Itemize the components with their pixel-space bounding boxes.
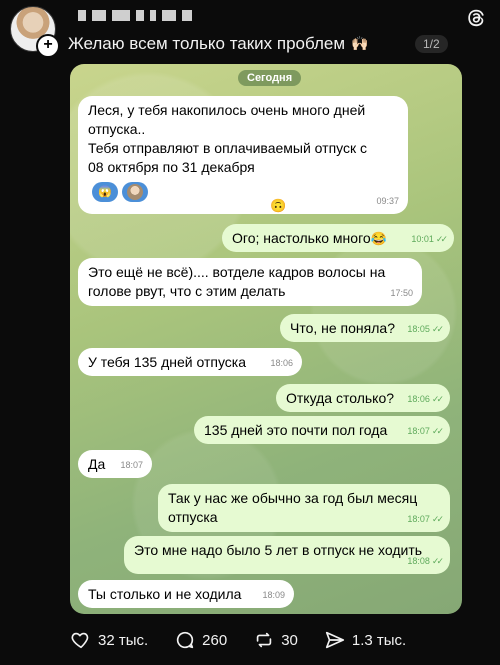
reactor-avatar-icon <box>127 184 143 200</box>
read-ticks-icon: ✓✓ <box>431 394 444 404</box>
raising-hands-icon: 🙌🏻 <box>351 35 369 51</box>
message-bubble-incoming: У тебя 135 дней отпуска 18:06 <box>78 348 302 376</box>
message-time: 09:37 <box>376 196 399 206</box>
share-button[interactable]: 1.3 тыс. <box>324 629 406 651</box>
read-ticks-icon: ✓✓ <box>431 556 444 566</box>
message-bubble-incoming: Это ещё не всё).... вотделе кадров волос… <box>78 258 422 306</box>
repost-arrows-icon <box>256 632 272 648</box>
post-header: + Желаю всем только таких проблем 🙌🏻 1/2 <box>0 0 500 62</box>
chat-screenshot-image[interactable]: Сегодня Леся, у тебя накопилось очень мн… <box>70 64 462 614</box>
message-bubble-outgoing: Так у нас же обычно за год был месяц отп… <box>158 484 450 532</box>
follow-plus-icon[interactable]: + <box>36 34 60 58</box>
message-bubble-incoming: Ты столько и не ходила 18:09 <box>78 580 294 608</box>
message-time: 18:09 <box>262 590 285 600</box>
message-bubble-outgoing: 135 дней это почти пол года 18:07 ✓✓ <box>194 416 450 444</box>
message-bubble-outgoing: Что, не поняла? 18:05 ✓✓ <box>280 314 450 342</box>
threads-logo-icon[interactable] <box>464 6 488 30</box>
message-time: 18:06 <box>270 358 293 368</box>
message-bubble-outgoing: Ого; настолько много😂 10:01 ✓✓ <box>222 224 454 252</box>
post-actions-bar: 32 тыс. 260 30 1.3 тыс. <box>70 625 450 655</box>
message-time-status: 18:07 ✓✓ <box>407 422 444 441</box>
message-bubble-outgoing: Это мне надо было 5 лет в отпуск не ходи… <box>124 536 450 574</box>
message-time: 18:08 <box>407 556 430 566</box>
message-time: 18:07 <box>120 460 143 470</box>
message-time: 18:06 <box>407 394 430 404</box>
like-button[interactable]: 32 тыс. <box>70 629 148 651</box>
post-text: Желаю всем только таких проблем <box>68 34 346 53</box>
upside-down-face-emoji-icon: 🙃 <box>270 198 287 213</box>
message-text: 135 дней это почти пол года <box>204 422 388 438</box>
username-redacted <box>78 8 238 22</box>
carousel-page-indicator: 1/2 <box>415 35 448 53</box>
read-ticks-icon: ✓✓ <box>431 324 444 334</box>
message-text: Это ещё не всё).... вотделе кадров волос… <box>88 264 386 299</box>
message-text: Так у нас же обычно за год был месяц отп… <box>168 490 418 525</box>
read-ticks-icon: ✓✓ <box>431 514 444 524</box>
heart-icon <box>71 632 89 649</box>
reaction-row[interactable]: 😱 <box>92 182 148 202</box>
send-paper-plane-icon <box>325 631 344 649</box>
message-text: Леся, у тебя накопилось очень много дней… <box>88 102 368 175</box>
message-text: У тебя 135 дней отпуска <box>88 354 247 370</box>
message-bubble-outgoing: Откуда столько? 18:06 ✓✓ <box>276 384 450 412</box>
message-time-status: 18:05 ✓✓ <box>407 320 444 339</box>
message-bubble-incoming: Леся, у тебя накопилось очень много дней… <box>78 96 408 214</box>
message-time-status: 18:06 ✓✓ <box>407 390 444 409</box>
post-caption: Желаю всем только таких проблем 🙌🏻 <box>68 34 368 54</box>
message-text: Это мне надо было 5 лет в отпуск не ходи… <box>134 542 423 558</box>
comment-bubble-icon <box>177 631 194 649</box>
read-ticks-icon: ✓✓ <box>431 426 444 436</box>
like-count: 32 тыс. <box>98 631 149 649</box>
message-text: Ого; настолько много <box>232 230 371 246</box>
message-bubble-incoming: Да 18:07 <box>78 450 152 478</box>
message-time: 18:07 <box>407 514 430 524</box>
message-text: Что, не поняла? <box>290 320 395 336</box>
date-separator: Сегодня <box>238 70 302 86</box>
share-count: 1.3 тыс. <box>351 631 407 649</box>
read-ticks-icon: ✓✓ <box>435 234 448 244</box>
message-time-status: 18:07 ✓✓ <box>407 510 444 529</box>
repost-count: 30 <box>281 631 298 649</box>
message-time: 18:07 <box>407 426 430 436</box>
message-time-status: 18:08 ✓✓ <box>407 552 444 571</box>
comment-button[interactable]: 260 <box>174 629 227 651</box>
message-time-status: 10:01 ✓✓ <box>411 230 448 249</box>
repost-button[interactable]: 30 <box>253 629 298 651</box>
message-text: Да <box>88 456 106 472</box>
message-text: Ты столько и не ходила <box>88 586 242 602</box>
laughing-emoji-icon: 😂 <box>370 231 387 246</box>
scream-reaction-icon[interactable]: 😱 <box>92 182 118 202</box>
message-time: 10:01 <box>411 234 434 244</box>
message-text: Откуда столько? <box>286 390 395 406</box>
message-time: 17:50 <box>390 288 413 298</box>
comment-count: 260 <box>202 631 228 649</box>
reactor-avatar-reaction[interactable] <box>122 182 148 202</box>
message-time: 18:05 <box>407 324 430 334</box>
